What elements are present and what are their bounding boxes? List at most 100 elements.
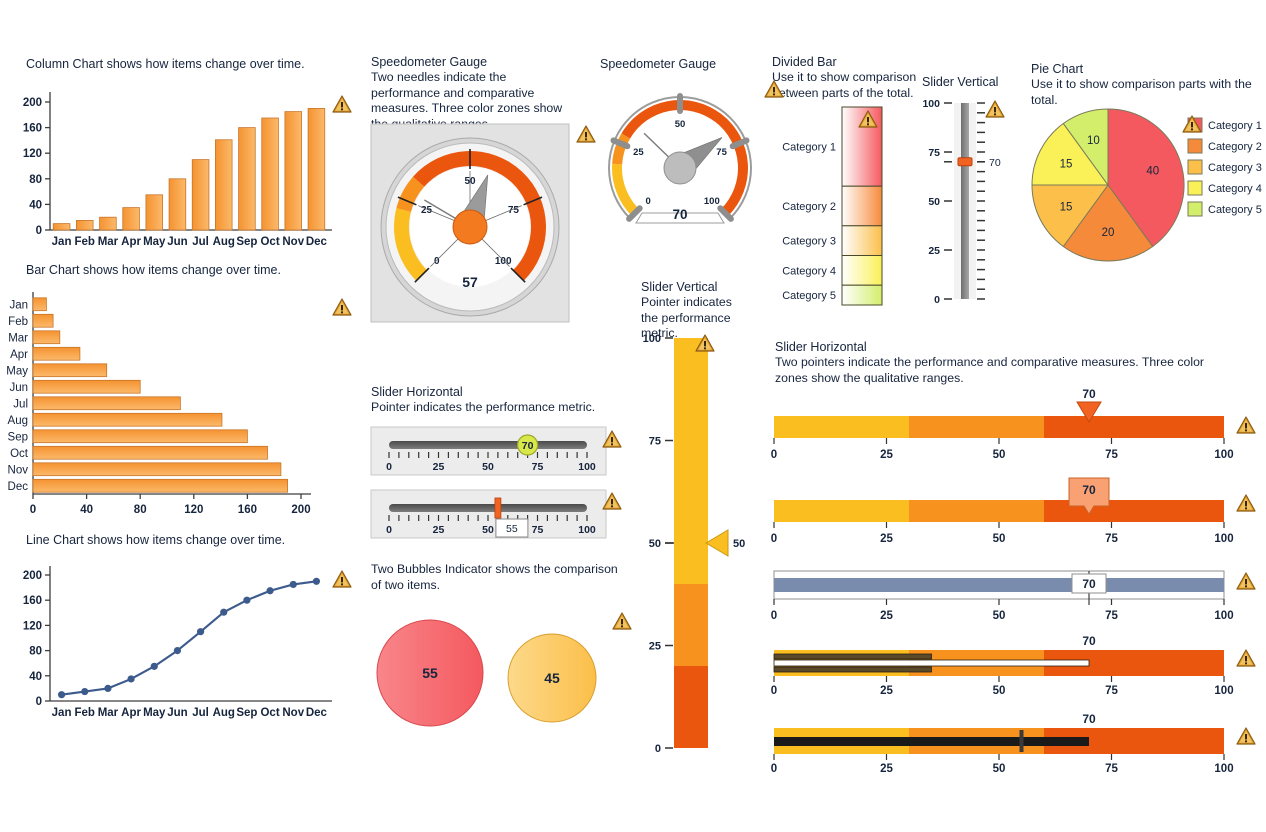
svg-text:Feb: Feb (8, 316, 28, 328)
svg-text:0: 0 (771, 610, 777, 622)
warning-triangle-icon (1236, 494, 1256, 512)
svg-text:75: 75 (716, 147, 727, 158)
svg-text:25: 25 (880, 449, 893, 461)
line-chart-title: Line Chart shows how items change over t… (26, 533, 286, 547)
warning-triangle-icon (1182, 115, 1202, 133)
svg-text:25: 25 (880, 685, 893, 697)
svg-text:May: May (143, 707, 166, 719)
speedometer-gauge-1[interactable]: 0 25 50 75 100 57 (370, 123, 570, 323)
slider-horizontal-1-title: Slider Horizontal (371, 385, 463, 399)
svg-text:Jan: Jan (52, 707, 72, 719)
svg-text:160: 160 (23, 123, 42, 135)
svg-text:50: 50 (649, 538, 661, 550)
svg-text:50: 50 (993, 685, 1006, 697)
svg-text:100: 100 (1214, 685, 1233, 697)
svg-text:100: 100 (1214, 533, 1233, 545)
svg-text:Nov: Nov (282, 236, 304, 248)
svg-text:70: 70 (1082, 387, 1096, 401)
svg-text:Category 4: Category 4 (1208, 183, 1262, 195)
speedometer-1-title: Speedometer Gauge (371, 55, 488, 69)
bullet-bar-striped[interactable]: 0 25 50 75 100 70 (771, 632, 1234, 697)
svg-text:Oct: Oct (260, 707, 279, 719)
svg-text:Category 5: Category 5 (1208, 204, 1262, 216)
svg-text:Category 5: Category 5 (782, 290, 836, 302)
svg-text:25: 25 (880, 610, 893, 622)
svg-text:25: 25 (928, 245, 940, 257)
svg-text:120: 120 (23, 148, 42, 160)
bullet-bar-blue[interactable]: 0 25 50 75 100 70 (771, 565, 1234, 622)
speedometer-gauge-2[interactable]: 0 25 50 75 100 70 (600, 88, 760, 238)
svg-text:Apr: Apr (121, 707, 141, 719)
warning-triangle-icon (332, 95, 352, 113)
svg-text:Mar: Mar (8, 332, 28, 344)
svg-text:75: 75 (1105, 533, 1118, 545)
svg-text:200: 200 (291, 504, 310, 516)
svg-text:50: 50 (928, 196, 940, 208)
svg-text:75: 75 (1105, 610, 1118, 622)
svg-text:0: 0 (36, 696, 42, 708)
svg-text:0: 0 (386, 461, 392, 473)
svg-text:100: 100 (922, 98, 940, 110)
svg-text:55: 55 (506, 523, 518, 535)
svg-text:Dec: Dec (306, 236, 328, 248)
svg-text:Aug: Aug (213, 236, 235, 248)
svg-text:Category 3: Category 3 (1208, 162, 1262, 174)
svg-text:50: 50 (482, 524, 494, 536)
zone-slider-callout[interactable]: 0 25 50 75 100 70 (771, 472, 1234, 545)
zone-slider-triangle[interactable]: 0 25 50 75 100 70 (771, 387, 1234, 463)
svg-text:Jun: Jun (167, 707, 187, 719)
divided-bar-description: Use it to show comparison between parts … (772, 70, 917, 100)
warning-triangle-icon (576, 125, 596, 143)
svg-text:Nov: Nov (282, 707, 304, 719)
slider-vertical-zones[interactable]: 100 75 50 25 0 50 (632, 330, 746, 765)
svg-text:100: 100 (1214, 449, 1233, 461)
bullet-bar-black[interactable]: 0 25 50 75 100 70 (771, 710, 1234, 775)
svg-text:Oct: Oct (260, 236, 279, 248)
svg-text:75: 75 (1105, 685, 1118, 697)
svg-text:0: 0 (646, 196, 651, 207)
slider-horizontal-marker[interactable]: 0 25 50 75 100 55 (370, 489, 607, 548)
svg-text:45: 45 (544, 670, 560, 686)
svg-text:100: 100 (1214, 610, 1233, 622)
svg-text:Nov: Nov (8, 464, 29, 476)
slider-horizontal-knob[interactable]: 0 25 50 75 100 70 (370, 426, 607, 479)
warning-triangle-icon (1236, 649, 1256, 667)
svg-text:70: 70 (1082, 634, 1096, 648)
warning-triangle-icon (985, 100, 1005, 118)
svg-text:15: 15 (1060, 159, 1073, 171)
svg-text:0: 0 (771, 763, 777, 775)
slider-vertical-1-title: Slider Vertical (922, 75, 999, 89)
warning-triangle-icon (612, 612, 632, 630)
svg-text:Category 1: Category 1 (782, 142, 836, 154)
svg-text:0: 0 (771, 449, 777, 461)
slider-horizontal-2-description: Two pointers indicate the performance an… (775, 355, 1205, 385)
svg-text:50: 50 (993, 763, 1006, 775)
svg-text:15: 15 (1060, 201, 1073, 213)
svg-text:Mar: Mar (98, 707, 119, 719)
speedometer-2-title: Speedometer Gauge (600, 57, 717, 71)
svg-text:75: 75 (649, 436, 661, 448)
svg-text:Category 3: Category 3 (782, 236, 836, 248)
svg-text:0: 0 (655, 743, 661, 755)
column-chart-title: Column Chart shows how items change over… (26, 57, 305, 71)
svg-text:Jun: Jun (167, 236, 187, 248)
warning-triangle-icon (332, 298, 352, 316)
svg-text:70: 70 (522, 440, 534, 452)
svg-text:75: 75 (928, 147, 940, 159)
svg-text:Jul: Jul (13, 398, 28, 410)
svg-text:80: 80 (134, 504, 147, 516)
warning-triangle-icon (695, 334, 715, 352)
svg-text:70: 70 (1082, 712, 1096, 726)
divided-bar-title: Divided Bar (772, 55, 837, 69)
slider-vertical-tick[interactable]: 100 75 50 25 0 70 (918, 95, 1008, 315)
svg-text:160: 160 (23, 595, 42, 607)
warning-triangle-icon (332, 570, 352, 588)
svg-text:75: 75 (1105, 449, 1118, 461)
warning-triangle-icon (1236, 727, 1256, 745)
svg-text:25: 25 (880, 533, 893, 545)
svg-text:May: May (6, 365, 28, 377)
svg-text:75: 75 (532, 524, 544, 536)
svg-text:25: 25 (433, 524, 445, 536)
svg-text:80: 80 (29, 174, 42, 186)
svg-text:50: 50 (993, 449, 1006, 461)
